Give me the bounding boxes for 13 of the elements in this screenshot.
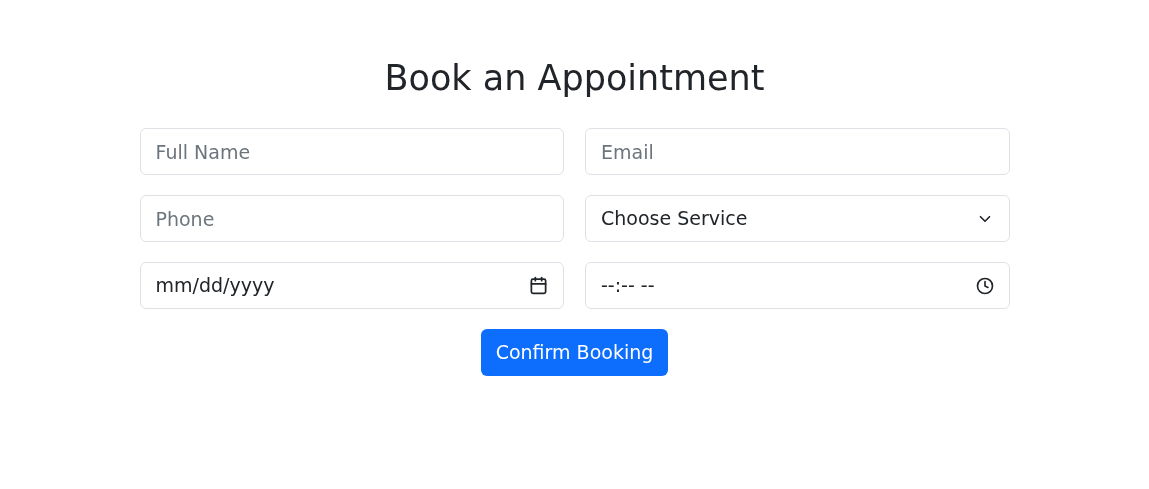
confirm-booking-button[interactable]: Confirm Booking [480, 329, 669, 376]
field-value: --:-- -- [601, 273, 655, 299]
text-field[interactable]: Email [585, 128, 1010, 175]
time-field[interactable]: --:-- -- [585, 262, 1010, 309]
select-field[interactable]: Choose Service [585, 195, 1010, 242]
page-title: Book an Appointment [384, 57, 765, 100]
text-field[interactable]: Full Name [139, 128, 564, 175]
field-value: Choose Service [601, 206, 748, 232]
field-value: mm/dd/yyyy [155, 273, 275, 299]
calendar-icon [529, 276, 548, 295]
date-field[interactable]: mm/dd/yyyy [139, 262, 564, 309]
text-field[interactable]: Phone [139, 195, 564, 242]
clock-icon [975, 276, 994, 295]
